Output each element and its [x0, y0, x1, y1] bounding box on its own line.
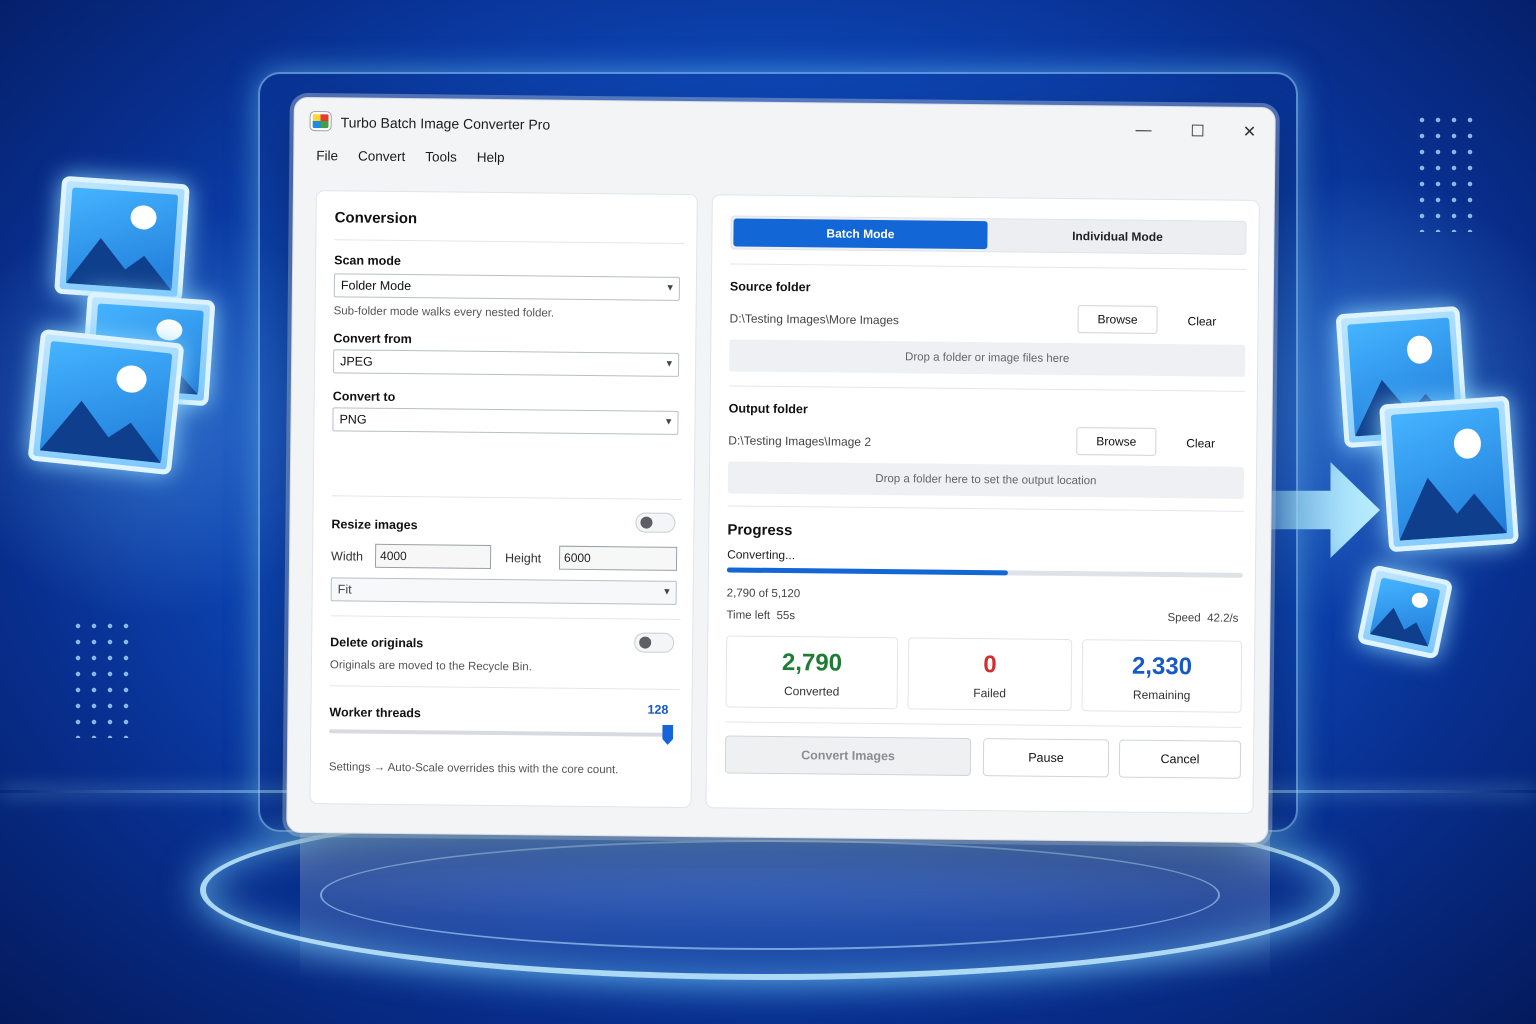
scan-mode-label: Scan mode	[334, 253, 401, 269]
remaining-count: 2,330	[1131, 652, 1193, 681]
worker-threads-hint: Settings → Auto-Scale overrides this wit…	[328, 761, 619, 777]
menu-help[interactable]: Help	[467, 146, 515, 169]
convert-images-button[interactable]: Convert Images	[724, 735, 972, 777]
output-folder-label: Output folder	[728, 401, 808, 417]
delete-originals-label: Delete originals	[330, 635, 424, 651]
chevron-down-icon: ▾	[666, 357, 673, 370]
converted-count: 2,790	[781, 649, 843, 677]
individual-mode-tab[interactable]: Individual Mode	[989, 221, 1245, 252]
decorative-dot-grid	[70, 618, 130, 738]
app-logo-icon	[310, 112, 331, 131]
delete-originals-hint: Originals are moved to the Recycle Bin.	[329, 659, 532, 674]
divider	[331, 495, 682, 500]
source-clear-button[interactable]: Clear	[1188, 314, 1217, 328]
divider	[334, 239, 685, 244]
speed-value: 42.2/s	[1207, 612, 1239, 625]
failed-count: 0	[983, 651, 997, 679]
image-file-icon	[54, 175, 190, 303]
source-browse-button[interactable]: Browse	[1077, 305, 1158, 334]
output-drop-zone[interactable]: Drop a folder here to set the output loc…	[727, 461, 1245, 499]
scan-mode-select[interactable]: Folder Mode ▾	[333, 273, 681, 301]
image-file-icon	[1378, 395, 1520, 553]
source-folder-path: D:\Testing Images\More Images	[729, 311, 900, 328]
fit-mode-select[interactable]: Fit ▾	[330, 577, 677, 605]
convert-to-label: Convert to	[332, 389, 396, 404]
progress-heading: Progress	[727, 521, 793, 540]
speed: Speed 42.2/s	[1167, 612, 1238, 625]
remaining-stat-card: 2,330 Remaining	[1081, 639, 1243, 713]
divider	[330, 615, 681, 620]
scan-mode-value: Folder Mode	[340, 278, 412, 294]
menu-bar: File Convert Tools Help	[306, 144, 515, 169]
progress-bar	[726, 567, 1243, 578]
output-browse-button[interactable]: Browse	[1076, 427, 1157, 456]
convert-from-label: Convert from	[333, 331, 412, 347]
divider	[725, 721, 1242, 728]
mode-switch: Batch Mode Individual Mode	[730, 215, 1247, 255]
failed-label: Failed	[973, 686, 1007, 701]
batch-panel: Batch Mode Individual Mode Source folder…	[705, 194, 1260, 814]
time-left-label: Time left	[726, 609, 771, 622]
output-folder-path: D:\Testing Images\Image 2	[728, 433, 872, 449]
conversion-heading: Conversion	[334, 209, 418, 228]
source-drop-zone[interactable]: Drop a folder or image files here	[729, 339, 1246, 377]
output-clear-button[interactable]: Clear	[1186, 436, 1215, 450]
convert-from-value: JPEG	[340, 354, 373, 369]
worker-threads-label: Worker threads	[329, 705, 421, 721]
scan-mode-hint: Sub-folder mode walks every nested folde…	[333, 305, 555, 320]
speed-label: Speed	[1167, 612, 1201, 625]
chevron-down-icon: ▾	[667, 281, 673, 294]
menu-file[interactable]: File	[306, 144, 348, 167]
width-input[interactable]: 4000	[374, 543, 492, 569]
time-left: Time left 55s	[726, 609, 795, 622]
minimize-icon[interactable]: —	[1120, 115, 1166, 147]
height-label: Height	[504, 551, 542, 566]
maximize-icon[interactable]: ☐	[1174, 115, 1220, 147]
converted-stat-card: 2,790 Converted	[725, 635, 899, 710]
progress-bar-fill	[726, 567, 1009, 576]
image-file-icon	[27, 328, 185, 476]
failed-stat-card: 0 Failed	[907, 637, 1073, 712]
toggle-knob	[639, 636, 652, 649]
divider	[730, 263, 1247, 270]
progress-count: 2,790 of 5,120	[726, 587, 801, 601]
delete-originals-toggle[interactable]	[634, 632, 675, 653]
pause-button[interactable]: Pause	[982, 738, 1110, 778]
menu-tools[interactable]: Tools	[415, 145, 467, 169]
progress-status: Converting...	[727, 547, 796, 563]
worker-threads-slider-thumb[interactable]	[662, 725, 673, 745]
batch-mode-tab[interactable]: Batch Mode	[733, 218, 988, 250]
app-window: Turbo Batch Image Converter Pro — ☐ ✕ Fi…	[286, 96, 1276, 844]
convert-from-select[interactable]: JPEG ▾	[332, 349, 680, 377]
fit-mode-value: Fit	[337, 582, 352, 597]
remaining-label: Remaining	[1132, 687, 1191, 703]
convert-to-select[interactable]: PNG ▾	[332, 407, 679, 435]
conversion-panel: Conversion Scan mode Folder Mode ▾ Sub-f…	[309, 190, 698, 809]
menu-convert[interactable]: Convert	[348, 144, 416, 168]
height-input[interactable]: 6000	[558, 545, 678, 571]
image-file-icon	[1356, 564, 1454, 660]
convert-to-value: PNG	[339, 412, 367, 427]
chevron-down-icon: ▾	[664, 585, 670, 598]
worker-threads-value: 128	[647, 702, 669, 717]
chevron-down-icon: ▾	[665, 415, 672, 428]
worker-threads-slider[interactable]	[329, 729, 668, 737]
toggle-knob	[640, 516, 653, 529]
close-icon[interactable]: ✕	[1226, 116, 1272, 148]
decorative-dot-grid	[1414, 112, 1474, 232]
window-reflection	[300, 830, 1270, 980]
window-title: Turbo Batch Image Converter Pro	[340, 114, 551, 133]
resize-images-toggle[interactable]	[635, 512, 676, 533]
divider	[329, 685, 680, 690]
source-folder-label: Source folder	[729, 279, 811, 295]
cancel-button[interactable]: Cancel	[1118, 739, 1242, 779]
resize-images-label: Resize images	[331, 517, 418, 533]
width-label: Width	[330, 549, 364, 564]
time-left-value: 55s	[776, 609, 796, 623]
converted-label: Converted	[783, 684, 840, 699]
divider	[728, 385, 1245, 392]
divider	[727, 505, 1244, 512]
